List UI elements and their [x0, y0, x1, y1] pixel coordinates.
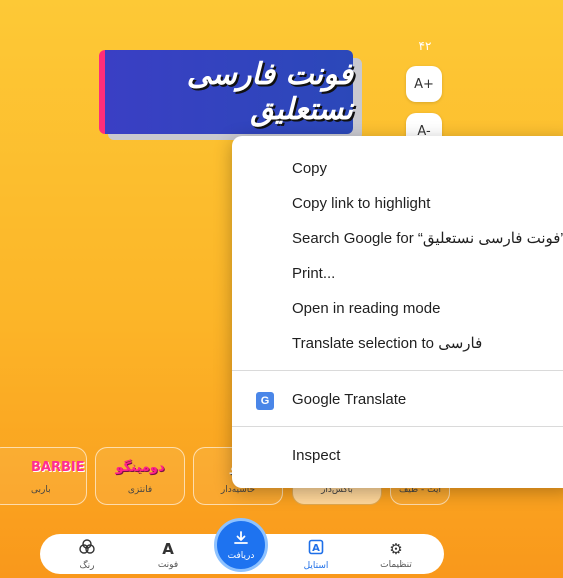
style-option-fantasy[interactable]: دومینگو فانتزی — [95, 447, 185, 505]
menu-item-copy[interactable]: Copy — [232, 152, 563, 186]
menu-item-label: Google Translate — [292, 391, 407, 408]
nav-font[interactable]: A فونت — [133, 536, 203, 574]
menu-separator — [232, 370, 563, 371]
style-icon: A — [308, 539, 324, 558]
download-button[interactable]: دریافت — [214, 518, 268, 572]
font-size-increase-label: A+ — [414, 76, 434, 92]
menu-item-inspect[interactable]: Inspect — [232, 439, 563, 473]
google-translate-icon: G — [256, 392, 274, 410]
menu-item-reading-mode[interactable]: Open in reading mode — [232, 292, 563, 326]
style-sample: BARBIE — [31, 460, 85, 475]
preview-text: فونت فارسی نستعلیق — [186, 57, 353, 127]
nav-label: فونت — [157, 559, 179, 570]
nav-style[interactable]: A استایل — [281, 536, 351, 574]
menu-item-print[interactable]: Print... — [232, 257, 563, 291]
download-label: دریافت — [227, 550, 255, 561]
nav-label: استایل — [303, 561, 329, 571]
download-icon — [233, 530, 249, 549]
menu-item-copy-link-to-highlight[interactable]: Copy link to highlight — [232, 187, 563, 221]
palette-icon — [79, 539, 95, 558]
nav-label: رنگ — [79, 561, 95, 571]
nav-color[interactable]: رنگ — [52, 536, 122, 574]
style-sample: دومینگو — [115, 460, 165, 475]
font-size-value: ۴۲ — [418, 39, 432, 53]
style-name: باربی — [31, 485, 51, 495]
menu-separator — [232, 426, 563, 427]
menu-item-google-translate[interactable]: G Google Translate — [232, 383, 563, 417]
style-option-barbie[interactable]: BARBIE باربی — [0, 447, 87, 505]
font-size-increase-button[interactable]: A+ — [406, 66, 442, 102]
context-menu: Copy Copy link to highlight Search Googl… — [232, 136, 563, 488]
menu-item-translate-selection[interactable]: Translate selection to فارسی — [232, 327, 563, 361]
svg-text:A: A — [312, 543, 320, 554]
gear-icon: ⚙ — [389, 539, 403, 558]
nav-label: تنظیمات — [380, 559, 412, 570]
style-name: فانتزی — [127, 485, 153, 495]
font-icon: A — [162, 539, 174, 558]
text-preview[interactable]: فونت فارسی نستعلیق — [99, 50, 353, 134]
menu-item-search-google[interactable]: Search Google for “فونت فارسی نستعلیق” — [232, 222, 563, 256]
nav-settings[interactable]: ⚙ تنظیمات — [361, 536, 431, 574]
